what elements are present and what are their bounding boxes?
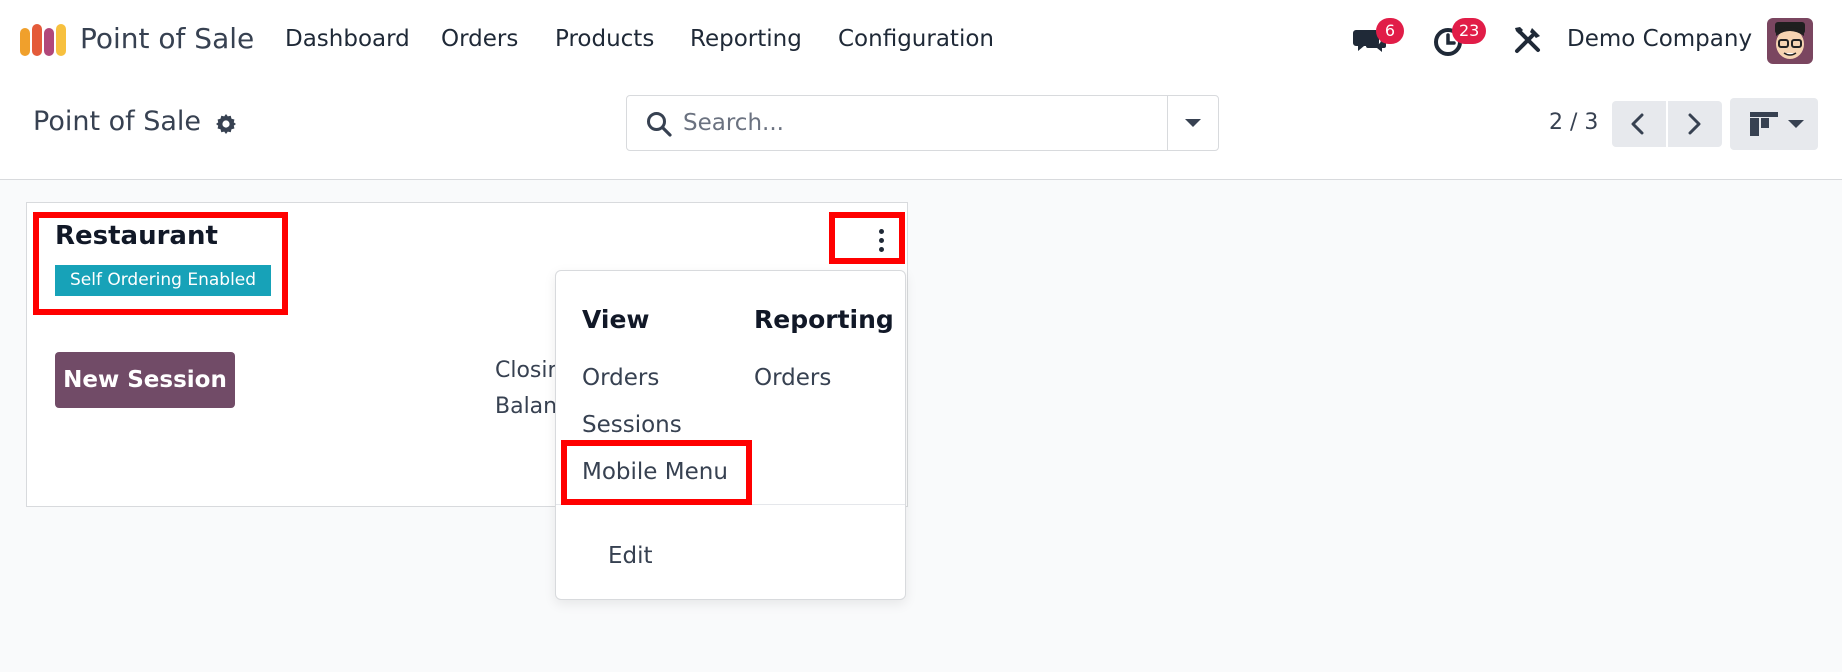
app-logo-icon[interactable] [20, 24, 66, 56]
page-title: Point of Sale [33, 106, 202, 137]
closing-label: Closin [495, 358, 562, 383]
menu-item-view-orders[interactable]: Orders [582, 365, 659, 391]
caret-down-icon [1185, 119, 1201, 127]
gear-icon[interactable] [214, 112, 238, 136]
balance-label: Balan [495, 394, 558, 419]
nav-dashboard[interactable]: Dashboard [285, 26, 410, 52]
nav-configuration[interactable]: Configuration [838, 26, 994, 52]
caret-down-icon [1788, 120, 1804, 128]
menu-item-edit[interactable]: Edit [608, 543, 653, 569]
menu-item-reporting-orders[interactable]: Orders [754, 365, 831, 391]
new-session-button[interactable]: New Session [55, 352, 235, 408]
pager-next-button[interactable] [1668, 101, 1722, 147]
chevron-right-icon [1688, 113, 1701, 135]
annotation-highlight-mobile-menu [561, 440, 752, 505]
card-options-dropdown: View Reporting Orders Sessions Mobile Me… [555, 270, 906, 600]
debug-tools-icon[interactable] [1512, 24, 1544, 56]
menu-item-sessions[interactable]: Sessions [582, 412, 682, 438]
annotation-highlight-options-button [829, 212, 905, 264]
kanban-view-icon [1750, 112, 1778, 136]
chevron-left-icon [1631, 113, 1644, 135]
pager-previous-button[interactable] [1612, 101, 1666, 147]
user-avatar[interactable] [1767, 18, 1813, 64]
annotation-highlight-card-title [33, 212, 288, 315]
search-bar [626, 95, 1219, 151]
search-options-toggle[interactable] [1168, 96, 1218, 150]
nav-products[interactable]: Products [555, 26, 654, 52]
nav-orders[interactable]: Orders [441, 26, 518, 52]
search-input[interactable] [683, 104, 1143, 142]
top-navbar: Point of Sale Dashboard Orders Products … [0, 0, 1842, 80]
search-icon [647, 112, 672, 137]
control-panel: Point of Sale 2 / 3 [0, 80, 1842, 180]
app-name[interactable]: Point of Sale [80, 22, 254, 55]
pager-value[interactable]: 2 / 3 [1549, 110, 1598, 135]
activities-count-badge: 23 [1452, 18, 1487, 44]
company-switcher[interactable]: Demo Company [1567, 26, 1752, 52]
nav-reporting[interactable]: Reporting [690, 26, 802, 52]
messages-count-badge: 6 [1376, 18, 1404, 44]
reporting-section-heading: Reporting [754, 305, 894, 334]
view-section-heading: View [582, 305, 650, 334]
kanban-view-switcher[interactable] [1730, 98, 1818, 150]
